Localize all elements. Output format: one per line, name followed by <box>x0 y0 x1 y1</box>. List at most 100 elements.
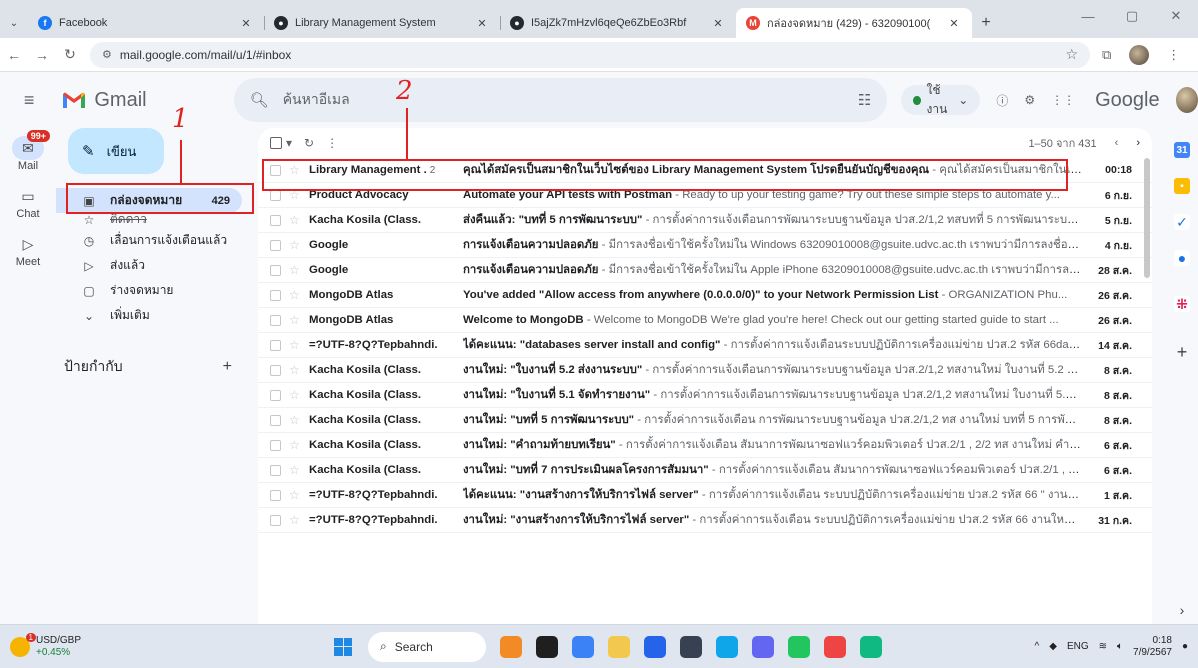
email-row[interactable]: ☆ Kacha Kosila (Class. งานใหม่: "ใบงานที่ … <box>258 358 1152 383</box>
row-checkbox[interactable] <box>270 189 281 201</box>
rail-item-chat[interactable]: ▭ Chat <box>0 184 56 221</box>
app-icon[interactable] <box>500 635 522 658</box>
profile-avatar[interactable] <box>1129 44 1150 65</box>
nav-item-more[interactable]: ⌄ เพิ่มเติม <box>56 303 242 328</box>
gmail-logo[interactable]: Gmail <box>62 89 221 112</box>
browser-tab-facebook[interactable]: f Facebook ✕ <box>28 8 264 38</box>
app-icon[interactable] <box>860 635 882 658</box>
browser-tab-github[interactable]: ● I5ajZk7mHzvl6qeQe6ZbEo3Rbf ✕ <box>500 8 736 38</box>
bookmark-star-icon[interactable]: ☆ <box>1065 46 1078 63</box>
status-selector[interactable]: ใช้งาน ⌄ <box>901 83 981 116</box>
get-addons-icon[interactable]: + <box>1166 342 1198 363</box>
notification-bell-icon[interactable]: ● <box>1182 641 1188 652</box>
calendar-icon[interactable]: 31 <box>1174 142 1190 158</box>
rail-item-mail[interactable]: ✉ 99+ Mail <box>0 130 56 172</box>
star-icon[interactable]: ☆ <box>289 363 309 377</box>
clock[interactable]: 0:18 7/9/2567 <box>1133 635 1172 659</box>
back-icon[interactable]: ← <box>0 47 28 63</box>
star-icon[interactable]: ☆ <box>289 438 309 452</box>
account-avatar[interactable] <box>1175 87 1198 113</box>
network-icon[interactable]: ◆ <box>1049 641 1057 652</box>
taskbar-search[interactable]: ⌕ Search <box>368 631 486 662</box>
row-checkbox[interactable] <box>270 314 281 326</box>
row-checkbox[interactable] <box>270 414 281 426</box>
tasks-icon[interactable]: ✓ <box>1174 214 1190 230</box>
contacts-icon[interactable]: ● <box>1174 250 1190 266</box>
refresh-icon[interactable]: ↻ <box>304 136 314 150</box>
row-checkbox[interactable] <box>270 489 281 501</box>
search-input[interactable]: 🔍︎ ค้นหาอีเมล ☷ <box>233 78 888 122</box>
slack-icon[interactable]: ⁜ <box>1174 296 1190 312</box>
search-options-icon[interactable]: ☷ <box>858 91 871 109</box>
prev-page-icon[interactable]: ‹ <box>1115 137 1119 149</box>
extensions-icon[interactable]: ⧉ <box>1102 47 1111 63</box>
star-icon[interactable]: ☆ <box>289 238 309 252</box>
nav-item-snoozed[interactable]: ◷ เลื่อนการแจ้งเตือนแล้ว <box>56 228 242 253</box>
email-row[interactable]: ☆ Kacha Kosila (Class. งานใหม่: "บทที่ 7 ก… <box>258 458 1152 483</box>
close-icon[interactable]: ✕ <box>710 17 726 30</box>
search-icon[interactable]: 🔍︎ <box>250 91 269 109</box>
star-icon[interactable]: ☆ <box>289 338 309 352</box>
star-icon[interactable]: ☆ <box>289 388 309 402</box>
email-row[interactable]: ☆ =?UTF-8?Q?Tepbahndi. ได้คะแนน: "งานสร้าง… <box>258 483 1152 508</box>
star-icon[interactable]: ☆ <box>289 513 309 527</box>
app-icon[interactable] <box>752 635 774 658</box>
email-row[interactable]: ☆ =?UTF-8?Q?Tepbahndi. งานใหม่: "งานสร้างก… <box>258 508 1152 533</box>
email-row[interactable]: ☆ Kacha Kosila (Class. ส่งคืนแล้ว: "บทที่ … <box>258 208 1152 233</box>
chevron-right-icon[interactable]: › <box>1166 602 1198 618</box>
row-checkbox[interactable] <box>270 264 281 276</box>
email-row[interactable]: ☆ Kacha Kosila (Class. งานใหม่: "ใบงานที่ … <box>258 383 1152 408</box>
close-icon[interactable]: ✕ <box>946 17 962 30</box>
star-icon[interactable]: ☆ <box>289 488 309 502</box>
rail-item-meet[interactable]: ▷ Meet <box>0 232 56 269</box>
start-icon[interactable] <box>334 637 352 656</box>
chat-app-icon[interactable] <box>572 635 594 658</box>
email-row[interactable]: ☆ Kacha Kosila (Class. งานใหม่: "คำถามท้าย… <box>258 433 1152 458</box>
next-page-icon[interactable]: › <box>1136 137 1140 149</box>
compose-button[interactable]: ✎ เขียน <box>68 128 164 174</box>
new-tab-button[interactable]: + <box>972 8 1000 38</box>
app-icon[interactable] <box>824 635 846 658</box>
site-info-icon[interactable]: ⚙ <box>102 48 112 61</box>
settings-gear-icon[interactable]: ⚙ <box>1024 93 1035 107</box>
nav-item-sent[interactable]: ▷ ส่งแล้ว <box>56 253 242 278</box>
email-row[interactable]: ☆ =?UTF-8?Q?Tepbahndi. ได้คะแนน: "database… <box>258 333 1152 358</box>
row-checkbox[interactable] <box>270 289 281 301</box>
close-window-icon[interactable]: ✕ <box>1154 0 1198 32</box>
email-row[interactable]: ☆ MongoDB Atlas You've added "Allow access… <box>258 283 1152 308</box>
restore-icon[interactable]: ▢ <box>1110 0 1154 32</box>
star-icon[interactable]: ☆ <box>289 463 309 477</box>
nav-item-drafts[interactable]: ▢ ร่างจดหมาย <box>56 278 242 303</box>
select-all-checkbox[interactable] <box>270 137 282 149</box>
edge-icon[interactable] <box>716 635 738 658</box>
star-icon[interactable]: ☆ <box>289 263 309 277</box>
row-checkbox[interactable] <box>270 339 281 351</box>
row-checkbox[interactable] <box>270 214 281 226</box>
main-menu-icon[interactable]: ≡ <box>10 90 48 111</box>
google-brand[interactable]: Google <box>1095 89 1160 112</box>
row-checkbox[interactable] <box>270 239 281 251</box>
star-icon[interactable]: ☆ <box>289 413 309 427</box>
minimize-icon[interactable]: — <box>1066 0 1110 32</box>
keep-icon[interactable]: ▪ <box>1174 178 1190 194</box>
url-input[interactable]: ⚙ mail.google.com/mail/u/1/#inbox ☆ <box>90 41 1090 68</box>
apps-grid-icon[interactable]: ⋮⋮ <box>1051 93 1075 107</box>
chevron-down-icon[interactable]: ▾ <box>286 136 292 150</box>
row-checkbox[interactable] <box>270 364 281 376</box>
star-icon[interactable]: ☆ <box>289 313 309 327</box>
close-icon[interactable]: ✕ <box>238 17 254 30</box>
browser-tab-library[interactable]: ● Library Management System ✕ <box>264 8 500 38</box>
volume-icon[interactable]: 🔈︎ <box>1117 641 1123 652</box>
scrollbar[interactable] <box>1144 158 1150 278</box>
widgets-ticker[interactable]: 1 USD/GBP +0.45% <box>10 632 110 659</box>
row-checkbox[interactable] <box>270 514 281 526</box>
email-row[interactable]: ☆ MongoDB Atlas Welcome to MongoDB - Welco… <box>258 308 1152 333</box>
tab-search-icon[interactable]: ⌄ <box>0 8 28 38</box>
task-view-icon[interactable] <box>536 635 558 658</box>
app-icon[interactable] <box>680 635 702 658</box>
star-icon[interactable]: ☆ <box>289 213 309 227</box>
file-explorer-icon[interactable] <box>608 635 630 658</box>
add-label-icon[interactable]: + <box>223 358 232 376</box>
store-icon[interactable] <box>644 635 666 658</box>
browser-tab-gmail[interactable]: M กล่องจดหมาย (429) - 632090100( ✕ <box>736 8 972 38</box>
